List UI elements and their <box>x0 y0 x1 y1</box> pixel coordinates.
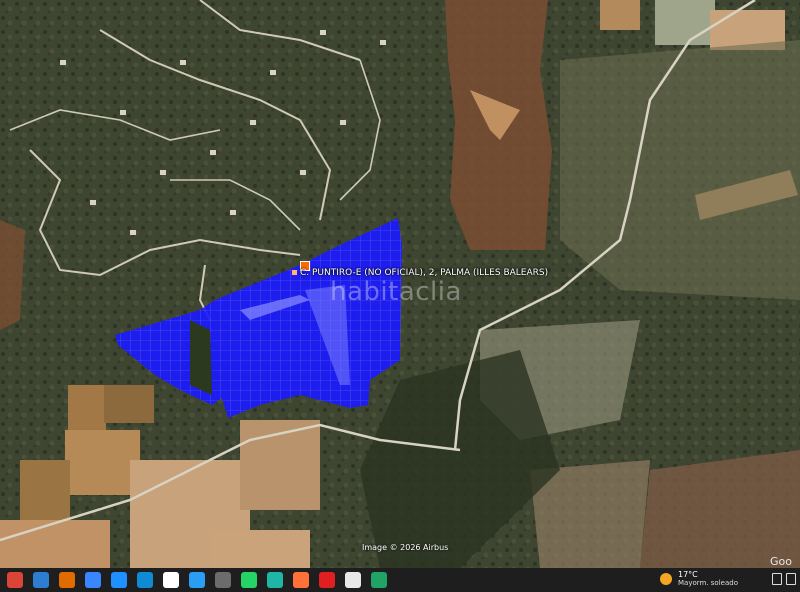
chevron-up-icon[interactable] <box>772 573 782 585</box>
marker-icon <box>292 270 297 275</box>
edge-icon[interactable] <box>137 572 153 588</box>
app-icon-5[interactable] <box>215 572 231 588</box>
system-tray[interactable] <box>772 573 796 585</box>
weather-desc: Mayorm. soleado <box>678 579 738 587</box>
weather-widget[interactable]: 17°C Mayorm. soleado <box>660 570 738 588</box>
chrome-icon[interactable] <box>7 572 23 588</box>
watermark-logo: habitaclia <box>330 277 462 307</box>
app-icon-3[interactable] <box>85 572 101 588</box>
acrobat-icon[interactable] <box>319 572 335 588</box>
whatsapp-icon[interactable] <box>241 572 257 588</box>
app-icon-4[interactable] <box>189 572 205 588</box>
app-icon-6[interactable] <box>267 572 283 588</box>
sun-icon <box>660 573 672 585</box>
firefox-icon[interactable] <box>293 572 309 588</box>
app-icon-2[interactable] <box>59 572 75 588</box>
network-icon[interactable] <box>786 573 796 585</box>
file-icon[interactable] <box>163 572 179 588</box>
app-icon-7[interactable] <box>345 572 361 588</box>
photos-icon[interactable] <box>111 572 127 588</box>
app-icon-1[interactable] <box>33 572 49 588</box>
google-logo: Goo <box>770 555 792 568</box>
app-icon-8[interactable] <box>371 572 387 588</box>
weather-temp: 17°C <box>678 570 698 579</box>
imagery-attribution: Image © 2026 Airbus <box>362 543 449 552</box>
satellite-map[interactable]: C. PUNTIRO-E (NO OFICIAL), 2, PALMA (ILL… <box>0 0 800 568</box>
